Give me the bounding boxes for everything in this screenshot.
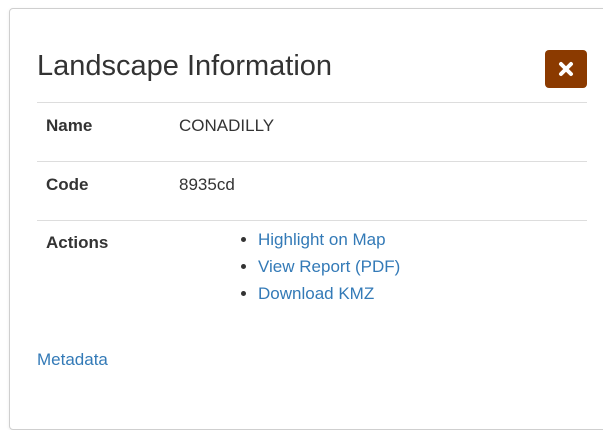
close-icon [558, 61, 574, 77]
highlight-on-map-link[interactable]: Highlight on Map [258, 230, 386, 249]
info-table: Name CONADILLY Code 8935cd Actions Highl… [37, 102, 587, 333]
actions-cell: Highlight on Map View Report (PDF) Downl… [179, 220, 587, 333]
table-row-name: Name CONADILLY [37, 102, 587, 162]
code-value: 8935cd [179, 161, 587, 221]
download-kmz-link[interactable]: Download KMZ [258, 284, 374, 303]
name-value: CONADILLY [179, 102, 587, 162]
view-report-pdf-link[interactable]: View Report (PDF) [258, 257, 400, 276]
list-item: Download KMZ [258, 280, 587, 307]
table-row-actions: Actions Highlight on Map View Report (PD… [37, 220, 587, 333]
name-label: Name [37, 102, 179, 162]
list-item: View Report (PDF) [258, 253, 587, 280]
list-item: Highlight on Map [258, 226, 587, 253]
table-row-code: Code 8935cd [37, 161, 587, 221]
actions-label: Actions [37, 220, 179, 333]
actions-list: Highlight on Map View Report (PDF) Downl… [179, 226, 587, 307]
dialog-title: Landscape Information [37, 50, 333, 82]
close-button[interactable] [545, 50, 587, 88]
metadata-link[interactable]: Metadata [37, 350, 108, 370]
code-label: Code [37, 161, 179, 221]
